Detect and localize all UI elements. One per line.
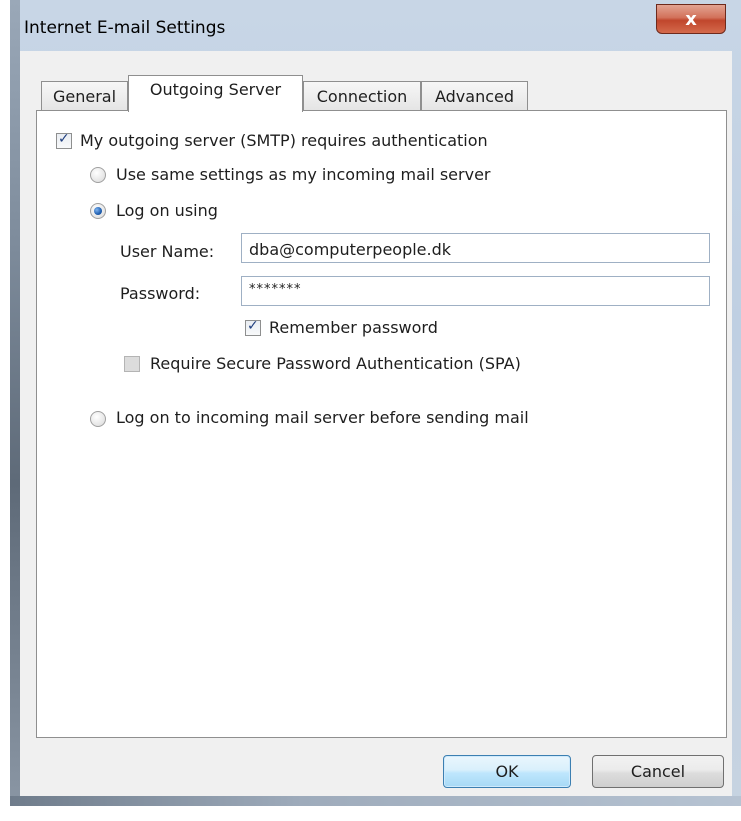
requires-auth-label: My outgoing server (SMTP) requires authe… — [80, 131, 488, 150]
tab-label: Advanced — [434, 87, 515, 106]
tab-general[interactable]: General — [41, 81, 128, 111]
tab-outgoing-server[interactable]: Outgoing Server — [128, 75, 303, 112]
spa-label: Require Secure Password Authentication (… — [150, 354, 521, 373]
ok-button-label: OK — [495, 762, 519, 781]
tab-label: Connection — [316, 87, 408, 106]
spa-checkbox[interactable] — [124, 356, 140, 372]
ok-button[interactable]: OK — [443, 755, 571, 788]
window-title: Internet E-mail Settings — [24, 18, 226, 38]
remember-password-checkbox[interactable]: ✓ — [245, 318, 261, 336]
remember-password-label: Remember password — [269, 318, 438, 337]
tab-label: Outgoing Server — [149, 80, 282, 99]
cancel-button-label: Cancel — [630, 762, 686, 781]
tab-advanced[interactable]: Advanced — [421, 81, 528, 111]
logon-incoming-radio[interactable] — [90, 411, 106, 427]
same-settings-label: Use same settings as my incoming mail se… — [116, 165, 491, 184]
cancel-button[interactable]: Cancel — [592, 755, 724, 788]
same-settings-radio[interactable] — [90, 167, 106, 183]
radio-selected-dot — [94, 207, 102, 215]
username-input[interactable]: dba@computerpeople.dk — [241, 233, 710, 263]
close-icon: x — [685, 8, 697, 30]
window-frame-edge — [10, 0, 20, 806]
check-icon: ✓ — [247, 318, 259, 334]
requires-auth-checkbox[interactable]: ✓ — [56, 131, 72, 149]
tab-connection[interactable]: Connection — [303, 81, 421, 111]
password-input[interactable]: ******* — [241, 276, 710, 306]
username-label: User Name: — [120, 242, 215, 261]
logon-using-label: Log on using — [116, 201, 218, 220]
password-label: Password: — [120, 284, 201, 303]
logon-incoming-label: Log on to incoming mail server before se… — [116, 408, 529, 427]
close-button[interactable]: x — [656, 4, 726, 34]
logon-using-radio[interactable] — [90, 203, 106, 219]
window-frame-bottom — [10, 796, 741, 806]
tab-label: General — [52, 87, 117, 106]
check-icon: ✓ — [58, 131, 70, 147]
